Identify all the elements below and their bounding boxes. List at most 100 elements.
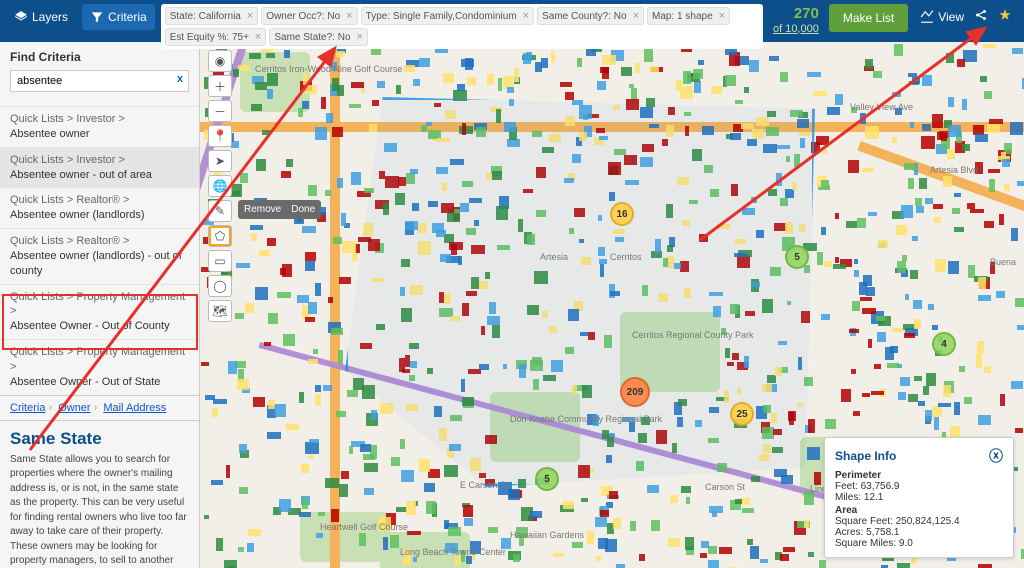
map-label: Long Beach Towne Center	[400, 547, 506, 557]
chip-remove-icon[interactable]: ×	[357, 31, 363, 43]
chip-label: Same County?: No	[542, 11, 627, 22]
map-layers-icon[interactable]: 🗺	[208, 300, 232, 322]
map-canvas[interactable]: ◉ ＋ － 📍 ➤ 🌐 ✎ ⬠ ▭ ◯ 🗺 Remove Done Shape …	[200, 42, 1024, 568]
chip-remove-icon[interactable]: ×	[523, 10, 529, 22]
top-bar: Layers Criteria State: California×Owner …	[0, 0, 1024, 42]
locate-icon[interactable]: ➤	[208, 150, 232, 172]
quicklist-item[interactable]: Quick Lists > Realtor® >Absentee owner (…	[0, 228, 199, 284]
count-of[interactable]: of 10,000	[773, 23, 819, 35]
quicklist-item[interactable]: Quick Lists > Property Management >Absen…	[0, 339, 199, 395]
map-label: Cerritos Iron-Wood Nine Golf Course	[255, 64, 402, 74]
zoom-in-icon[interactable]: ＋	[208, 75, 232, 97]
quicklist-results: Quick Lists > Investor >Absentee ownerQu…	[0, 106, 199, 395]
chip-label: Map: 1 shape	[652, 11, 713, 22]
criteria-tabs: Criteria› Owner› Mail Address	[0, 395, 199, 421]
map-label: Carson St	[705, 482, 745, 492]
layers-button[interactable]: Layers	[6, 4, 76, 30]
criteria-search: x	[10, 70, 189, 92]
shape-actions: Remove Done	[238, 200, 321, 219]
filter-chip[interactable]: Same State?: No ×	[269, 28, 368, 46]
drawn-shape[interactable]	[345, 97, 815, 487]
remove-shape-button[interactable]: Remove	[244, 204, 281, 215]
map-label: Artesia	[540, 252, 568, 262]
map-label: Hawaiian Gardens	[510, 530, 584, 540]
find-criteria-title: Find Criteria	[10, 50, 189, 64]
criteria-search-input[interactable]	[10, 70, 189, 92]
filter-chip[interactable]: State: California ×	[165, 7, 259, 25]
perimeter-miles: Miles: 12.1	[835, 492, 1003, 503]
filter-chip[interactable]: Type: Single Family,Condominium ×	[361, 7, 534, 25]
zoom-out-icon[interactable]: －	[208, 100, 232, 122]
area-sqft: Square Feet: 250,824,125.4	[835, 516, 1003, 527]
done-shape-button[interactable]: Done	[291, 204, 315, 215]
shape-info-title: Shape Info	[835, 449, 896, 463]
chip-label: Type: Single Family,Condominium	[366, 11, 517, 22]
star-icon[interactable]	[998, 8, 1012, 25]
map-label: Artesia Blvd	[930, 165, 978, 175]
topbar-right: View	[914, 4, 1018, 29]
criteria-button[interactable]: Criteria	[82, 4, 155, 30]
cluster-marker[interactable]: 16	[610, 202, 634, 226]
map-label: Don Knabe Community Regional Park	[510, 414, 662, 424]
globe-icon[interactable]: 🌐	[208, 175, 232, 197]
criteria-label: Criteria	[108, 10, 147, 24]
filter-chip[interactable]: Same County?: No ×	[537, 7, 644, 25]
pin-tool-icon[interactable]: 📍	[208, 125, 232, 147]
clear-search-icon[interactable]: x	[177, 73, 183, 85]
perimeter-label: Perimeter	[835, 470, 1003, 481]
chip-label: Same State?: No	[274, 32, 350, 43]
chip-label: Est Equity %: 75+	[170, 32, 249, 43]
chip-label: Owner Occ?: No	[266, 11, 340, 22]
cluster-marker[interactable]: 4	[932, 332, 956, 356]
view-button[interactable]: View	[920, 10, 964, 24]
park-area	[300, 512, 390, 562]
perimeter-feet: Feet: 63,756.9	[835, 481, 1003, 492]
close-icon[interactable]: ⓧ	[989, 446, 1003, 466]
map-label: Cerritos	[610, 252, 642, 262]
filter-chip[interactable]: Owner Occ?: No ×	[261, 7, 357, 25]
share-icon[interactable]	[974, 8, 988, 25]
cluster-marker[interactable]: 25	[730, 402, 754, 426]
filter-chips: State: California×Owner Occ?: No×Type: S…	[161, 4, 763, 49]
cluster-marker[interactable]: 5	[785, 245, 809, 269]
chip-remove-icon[interactable]: ×	[247, 10, 253, 22]
chip-remove-icon[interactable]: ×	[346, 10, 352, 22]
count-number: 270	[773, 6, 819, 23]
cluster-marker[interactable]: 209	[620, 377, 650, 407]
chip-remove-icon[interactable]: ×	[719, 10, 725, 22]
layers-label: Layers	[32, 10, 68, 24]
quicklist-item[interactable]: Quick Lists > Realtor® >Absentee owner (…	[0, 187, 199, 228]
same-state-heading: Same State	[0, 421, 199, 453]
quicklist-item[interactable]: Quick Lists > Investor >Absentee owner	[0, 106, 199, 147]
result-count: 270 of 10,000	[769, 4, 823, 37]
polygon-draw-icon[interactable]: ⬠	[208, 225, 232, 247]
shape-info-panel: Shape Info ⓧ Perimeter Feet: 63,756.9 Mil…	[824, 437, 1014, 558]
map-label: E Carson St	[460, 480, 509, 490]
map-label: Heartwell Golf Course	[320, 522, 408, 532]
chip-remove-icon[interactable]: ×	[255, 31, 261, 43]
area-sqmi: Square Miles: 9.0	[835, 538, 1003, 549]
pencil-icon[interactable]: ✎	[208, 200, 232, 222]
criteria-sidebar: Find Criteria x Quick Lists > Investor >…	[0, 42, 200, 568]
tab-owner[interactable]: Owner	[58, 402, 90, 414]
filter-chip[interactable]: Est Equity %: 75+ ×	[165, 28, 267, 46]
tab-mail-address[interactable]: Mail Address	[103, 402, 166, 414]
map-label: Valley View Ave	[850, 102, 913, 112]
chip-label: State: California	[170, 11, 241, 22]
cluster-marker[interactable]: 5	[535, 467, 559, 491]
quicklist-item[interactable]: Quick Lists > Property Management >Absen…	[0, 284, 199, 340]
quicklist-item[interactable]: Quick Lists > Investor >Absentee owner -…	[0, 147, 199, 188]
rectangle-draw-icon[interactable]: ▭	[208, 250, 232, 272]
chip-remove-icon[interactable]: ×	[633, 10, 639, 22]
same-state-description: Same State allows you to search for prop…	[0, 453, 199, 568]
tab-criteria[interactable]: Criteria	[10, 402, 45, 414]
circle-draw-icon[interactable]: ◯	[208, 275, 232, 297]
area-label: Area	[835, 505, 1003, 516]
make-list-button[interactable]: Make List	[829, 4, 908, 32]
person-tool-icon[interactable]: ◉	[208, 50, 232, 72]
map-tools: ◉ ＋ － 📍 ➤ 🌐 ✎ ⬠ ▭ ◯ 🗺	[208, 50, 232, 322]
filter-chip[interactable]: Map: 1 shape ×	[647, 7, 730, 25]
area-acres: Acres: 5,758.1	[835, 527, 1003, 538]
map-label: Cerritos Regional County Park	[632, 330, 754, 340]
map-label: Buena	[990, 257, 1016, 267]
